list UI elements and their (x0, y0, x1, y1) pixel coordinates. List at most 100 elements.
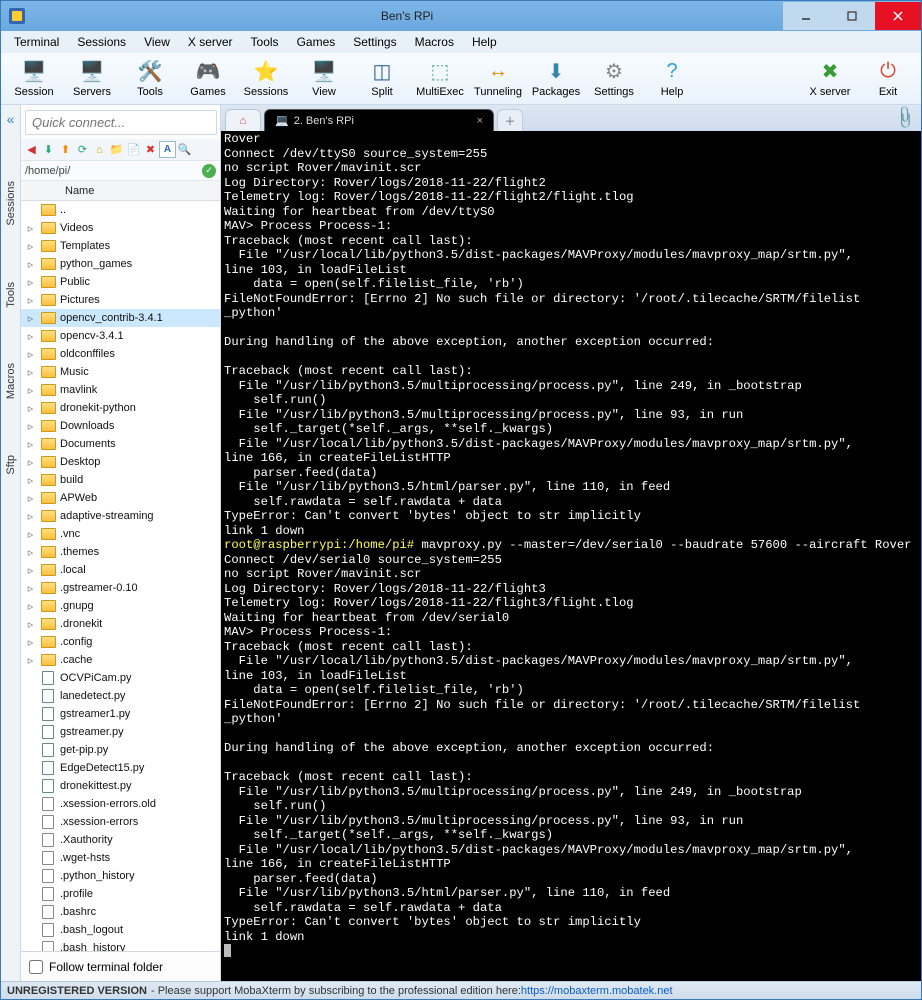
toolbar-x server[interactable]: ✖X server (801, 54, 859, 104)
file-row[interactable]: .profile (21, 885, 220, 903)
toolbar-view[interactable]: 🖥️View (295, 54, 353, 104)
file-row[interactable]: ▹.cache (21, 651, 220, 669)
file-tree[interactable]: ..▹Videos▹Templates▹python_games▹Public▹… (21, 201, 220, 951)
delete-icon[interactable]: ✖ (142, 141, 159, 158)
toolbar-packages[interactable]: ⬇Packages (527, 54, 585, 104)
vtab-macros[interactable]: Macros (3, 359, 19, 403)
file-row[interactable]: .bash_logout (21, 921, 220, 939)
file-row[interactable]: ▹Public (21, 273, 220, 291)
toolbar-servers[interactable]: 🖥️Servers (63, 54, 121, 104)
refresh-icon[interactable]: ⟳ (74, 141, 91, 158)
file-row[interactable]: ▹dronekit-python (21, 399, 220, 417)
menu-settings[interactable]: Settings (346, 32, 403, 52)
list-header-name[interactable]: Name (21, 181, 220, 201)
new-folder-icon[interactable]: 📁 (108, 141, 125, 158)
folder-icon (40, 258, 56, 270)
menu-tools[interactable]: Tools (244, 32, 286, 52)
file-row[interactable]: lanedetect.py (21, 687, 220, 705)
home-folder-icon[interactable]: ⌂ (91, 141, 108, 158)
file-row[interactable]: OCVPiCam.py (21, 669, 220, 687)
file-row[interactable]: ▹Videos (21, 219, 220, 237)
toolbar-sessions[interactable]: ⭐Sessions (237, 54, 295, 104)
folder-icon (40, 384, 56, 396)
menu-games[interactable]: Games (290, 32, 343, 52)
toolbar-multiexec[interactable]: ⬚MultiExec (411, 54, 469, 104)
tab-home[interactable]: ⌂ (225, 109, 261, 131)
toolbar-games[interactable]: 🎮Games (179, 54, 237, 104)
file-row[interactable]: ▹mavlink (21, 381, 220, 399)
file-row[interactable]: .python_history (21, 867, 220, 885)
vtab-tools[interactable]: Tools (3, 278, 19, 312)
file-name: .bashrc (60, 906, 96, 918)
file-row[interactable]: ▹opencv_contrib-3.4.1 (21, 309, 220, 327)
file-row[interactable]: ▹oldconffiles (21, 345, 220, 363)
menu-macros[interactable]: Macros (408, 32, 461, 52)
maximize-button[interactable] (829, 2, 875, 30)
download-icon[interactable]: ⬇ (40, 141, 57, 158)
toolbar-session[interactable]: 🖥️Session (5, 54, 63, 104)
letter-icon[interactable]: A (159, 141, 176, 158)
file-row[interactable]: ▹.dronekit (21, 615, 220, 633)
file-row[interactable]: ▹.themes (21, 543, 220, 561)
search-icon[interactable]: 🔍 (176, 141, 193, 158)
tab-close-icon[interactable]: × (477, 115, 483, 127)
vtab-sftp[interactable]: Sftp (3, 451, 19, 479)
file-row[interactable]: .. (21, 201, 220, 219)
menu-help[interactable]: Help (465, 32, 504, 52)
sftp-path[interactable]: /home/pi/ ✓ (21, 161, 220, 181)
file-row[interactable]: ▹build (21, 471, 220, 489)
file-row[interactable]: ▹Downloads (21, 417, 220, 435)
menu-x-server[interactable]: X server (181, 32, 240, 52)
toolbar-tools[interactable]: 🛠️Tools (121, 54, 179, 104)
terminal-output[interactable]: Rover Connect /dev/ttyS0 source_system=2… (221, 131, 921, 981)
menu-terminal[interactable]: Terminal (7, 32, 66, 52)
paperclip-icon[interactable]: 📎 (891, 105, 919, 132)
minimize-button[interactable] (783, 2, 829, 30)
toolbar-tunneling[interactable]: ↔Tunneling (469, 54, 527, 104)
file-row[interactable]: ▹Desktop (21, 453, 220, 471)
games-icon: 🎮 (194, 60, 222, 84)
file-row[interactable]: .bashrc (21, 903, 220, 921)
file-row[interactable]: ▹.gnupg (21, 597, 220, 615)
file-row[interactable]: ▹adaptive-streaming (21, 507, 220, 525)
file-row[interactable]: ▹.vnc (21, 525, 220, 543)
file-row[interactable]: ▹.local (21, 561, 220, 579)
toolbar-settings[interactable]: ⚙Settings (585, 54, 643, 104)
quick-connect-input[interactable] (25, 110, 217, 135)
file-row[interactable]: .bash_history (21, 939, 220, 951)
tab-new[interactable]: ＋ (497, 109, 523, 131)
file-row[interactable]: ▹Music (21, 363, 220, 381)
nav-back-icon[interactable]: ◀ (23, 141, 40, 158)
file-row[interactable]: ▹python_games (21, 255, 220, 273)
file-row[interactable]: gstreamer1.py (21, 705, 220, 723)
file-row[interactable]: .wget-hsts (21, 849, 220, 867)
file-row[interactable]: ▹opencv-3.4.1 (21, 327, 220, 345)
toolbar-help[interactable]: ?Help (643, 54, 701, 104)
file-row[interactable]: dronekittest.py (21, 777, 220, 795)
file-row[interactable]: EdgeDetect15.py (21, 759, 220, 777)
file-row[interactable]: ▹.gstreamer-0.10 (21, 579, 220, 597)
file-row[interactable]: .xsession-errors.old (21, 795, 220, 813)
upload-icon[interactable]: ⬆ (57, 141, 74, 158)
toolbar-split[interactable]: ◫Split (353, 54, 411, 104)
menu-view[interactable]: View (137, 32, 177, 52)
file-row[interactable]: ▹Pictures (21, 291, 220, 309)
vtab-sessions[interactable]: Sessions (3, 177, 19, 230)
new-file-icon[interactable]: 📄 (125, 141, 142, 158)
file-row[interactable]: ▹APWeb (21, 489, 220, 507)
collapse-sidebar-icon[interactable]: « (5, 109, 17, 129)
file-row[interactable]: gstreamer.py (21, 723, 220, 741)
file-row[interactable]: ▹.config (21, 633, 220, 651)
status-link[interactable]: https://mobaxterm.mobatek.net (521, 985, 673, 997)
toolbar-exit[interactable]: ⏻Exit (859, 54, 917, 104)
file-row[interactable]: .Xauthority (21, 831, 220, 849)
file-row[interactable]: ▹Templates (21, 237, 220, 255)
follow-terminal-checkbox[interactable] (29, 960, 43, 974)
file-row[interactable]: .xsession-errors (21, 813, 220, 831)
close-button[interactable] (875, 2, 921, 30)
file-row[interactable]: ▹Documents (21, 435, 220, 453)
follow-terminal-row[interactable]: Follow terminal folder (21, 951, 220, 981)
tab-active[interactable]: 💻 2. Ben's RPi × (264, 109, 494, 131)
file-row[interactable]: get-pip.py (21, 741, 220, 759)
menu-sessions[interactable]: Sessions (70, 32, 133, 52)
